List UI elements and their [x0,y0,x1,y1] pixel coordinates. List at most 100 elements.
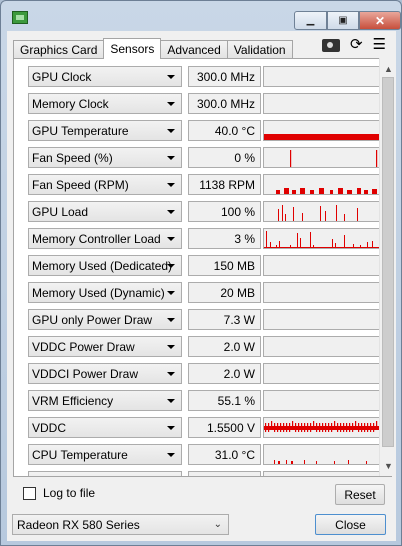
graph-bar [332,239,333,248]
sensor-name: Memory Controller Load [32,231,161,246]
graph-bar [367,423,369,432]
tab-strip: Graphics Card Sensors Advanced Validatio… [13,38,293,59]
sensor-list: GPU Clock 300.0 MHz Memory Clock 300.0 MHz G… [20,63,380,476]
graph-bar [319,188,324,194]
log-to-file-checkbox[interactable] [23,487,36,500]
sensor-name: Memory Used (Dynamic) [32,285,165,300]
sensor-row: System Memory Used3058 MB [20,468,380,476]
graph-bar [293,207,294,221]
toolbar: ⟳ ☰ [321,37,386,53]
sensor-name-dropdown[interactable]: Memory Clock [28,93,182,114]
minimize-button[interactable]: ▁ [294,11,327,30]
dropdown-arrow-icon [167,210,175,214]
tab-label: Advanced [167,43,221,57]
scroll-up-arrow[interactable]: ▲ [380,60,397,77]
sensor-value: 150 MB [188,255,261,276]
tab-label: Validation [233,43,286,57]
maximize-button[interactable]: ▣ [327,11,359,30]
sensor-value-text: 20 MB [220,285,255,300]
sensor-value: 0 % [188,147,261,168]
graph-bar [297,233,298,248]
sensor-graph [263,417,380,438]
sensor-name-dropdown[interactable]: Memory Used (Dedicated) [28,255,182,276]
graph-bar [277,423,279,432]
graph-bar [264,134,379,140]
gpu-select[interactable]: Radeon RX 580 Series ⌄ [12,514,229,535]
title-bar: ▁ ▣ ✕ [1,1,401,31]
graph-bar [265,423,267,432]
sensor-value: 20 MB [188,282,261,303]
tab-validation[interactable]: Validation [226,40,293,59]
vertical-scrollbar[interactable]: ▲ ▼ [379,58,396,476]
sensor-name: Memory Clock [32,96,109,111]
sensor-value-text: 31.0 °C [214,447,255,462]
tab-advanced[interactable]: Advanced [160,40,228,59]
reset-label: Reset [344,487,376,502]
sensor-row: VDDCI Power Draw 2.0 W [20,360,380,387]
sensor-name-dropdown[interactable]: Fan Speed (RPM) [28,174,182,195]
sensor-graph [263,174,380,195]
graph-bar [286,423,288,432]
sensor-name-dropdown[interactable]: GPU Clock [28,66,182,87]
sensor-graph [263,120,380,141]
scroll-thumb[interactable] [382,77,394,447]
sensor-name-dropdown[interactable]: Memory Used (Dynamic) [28,282,182,303]
graph-bar [346,423,348,432]
sensor-name-dropdown[interactable]: GPU Load [28,201,182,222]
sensor-row: VDDC Power Draw 2.0 W [20,333,380,360]
camera-icon[interactable] [321,38,340,52]
close-window-button[interactable]: ✕ [359,11,401,30]
dropdown-arrow-icon [167,156,175,160]
sensor-graph [263,255,380,276]
graph-bar [352,423,354,432]
graph-bar [301,423,303,432]
graph-bar [300,188,305,194]
sensor-row: Fan Speed (%) 0 % [20,144,380,171]
reset-button[interactable]: Reset [335,484,385,505]
graph-bar [338,188,343,194]
graph-trace [264,134,379,140]
dropdown-arrow-icon [167,453,175,457]
tab-sensors[interactable]: Sensors [103,38,162,59]
sensor-value: 3 % [188,228,261,249]
sensor-name-dropdown[interactable]: VRM Efficiency [28,390,182,411]
sensor-value-text: 100 % [220,204,255,219]
sensor-name: Memory Used (Dedicated) [32,258,173,273]
dropdown-arrow-icon [167,345,175,349]
graph-bar [337,423,339,432]
graph-bar [355,421,357,430]
sensor-graph [263,363,380,384]
tab-graphics-card[interactable]: Graphics Card [13,40,105,59]
sensor-value: 1.5500 V [188,417,261,438]
graph-bar [295,423,297,432]
sensor-row: Memory Used (Dedicated) 150 MB [20,252,380,279]
sensor-value: 2.0 W [188,336,261,357]
graph-bar [280,423,282,432]
sensor-name-dropdown[interactable]: VDDC Power Draw [28,336,182,357]
graph-bar [364,423,366,432]
sensor-row: Memory Clock 300.0 MHz [20,90,380,117]
sensor-name-dropdown[interactable]: CPU Temperature [28,444,182,465]
graph-bar [304,423,306,432]
sensor-name-dropdown[interactable]: VDDCI Power Draw [28,363,182,384]
close-button[interactable]: Close [315,514,386,535]
sensor-name-dropdown[interactable]: GPU only Power Draw [28,309,182,330]
sensor-name-dropdown[interactable]: Memory Controller Load [28,228,182,249]
app-icon [12,11,28,24]
dropdown-arrow-icon [167,372,175,376]
graph-bar [313,421,315,430]
sensor-name: VRM Efficiency [32,393,114,408]
sensor-name: GPU only Power Draw [32,312,153,327]
scroll-down-arrow[interactable]: ▼ [380,457,397,474]
sensor-name: CPU Temperature [32,447,128,462]
sensor-name-dropdown[interactable]: VDDC [28,417,182,438]
tab-label: Sensors [110,42,155,56]
refresh-icon[interactable]: ⟳ [350,37,363,53]
sensor-name-dropdown[interactable]: Fan Speed (%) [28,147,182,168]
sensor-name-dropdown[interactable]: GPU Temperature [28,120,182,141]
menu-icon[interactable]: ☰ [373,37,386,53]
graph-bar [373,423,375,432]
sensor-row: Fan Speed (RPM) 1138 RPM [20,171,380,198]
graph-bar [310,190,314,194]
graph-bar [279,241,280,248]
